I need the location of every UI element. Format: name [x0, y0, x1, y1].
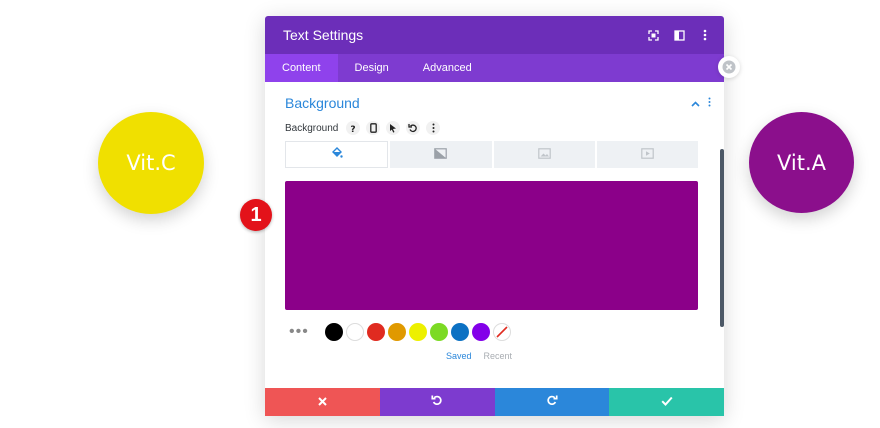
canvas: Vit.C Vit.A Text Settings Content Design…	[0, 0, 880, 428]
image-tab[interactable]	[493, 141, 595, 168]
more-icon[interactable]	[426, 121, 441, 135]
tab-content[interactable]: Content	[265, 54, 338, 82]
tab-design[interactable]: Design	[338, 54, 406, 82]
reset-icon[interactable]	[406, 121, 421, 135]
swatch-white[interactable]	[345, 323, 364, 341]
split-view-icon[interactable]	[672, 28, 686, 42]
saved-tab[interactable]: Saved	[446, 351, 472, 361]
background-field-row: Background ?	[285, 121, 441, 135]
swatch-black[interactable]	[324, 323, 343, 341]
swatch-red[interactable]	[366, 323, 385, 341]
image-icon	[537, 146, 551, 164]
no-color-icon[interactable]	[492, 323, 511, 341]
redo-icon	[546, 393, 558, 411]
vit-a-circle[interactable]: Vit.A	[749, 112, 854, 213]
vit-a-label: Vit.A	[776, 150, 826, 175]
vit-c-circle[interactable]: Vit.C	[98, 112, 204, 214]
undo-button[interactable]	[379, 388, 495, 416]
tab-advanced[interactable]: Advanced	[406, 54, 489, 82]
background-section-header[interactable]: Background	[285, 94, 711, 112]
color-preview-swatch[interactable]	[285, 181, 698, 310]
modal-title: Text Settings	[283, 27, 364, 43]
settings-tabs: Content Design Advanced	[265, 54, 724, 82]
chevron-up-icon[interactable]	[691, 94, 700, 112]
color-palette: •••	[289, 323, 514, 341]
swatch-blue[interactable]	[450, 323, 469, 341]
swatch-purple[interactable]	[471, 323, 490, 341]
vit-c-label: Vit.C	[126, 151, 176, 175]
cancel-button[interactable]	[265, 388, 380, 416]
more-options-icon[interactable]	[698, 28, 712, 42]
section-title: Background	[285, 95, 360, 111]
swatch-green[interactable]	[429, 323, 448, 341]
swatch-yellow[interactable]	[408, 323, 427, 341]
section-more-icon[interactable]	[708, 94, 711, 112]
fullscreen-icon[interactable]	[646, 28, 660, 42]
step-badge: 1	[240, 199, 272, 231]
close-icon[interactable]	[718, 56, 740, 78]
save-button[interactable]	[609, 388, 724, 416]
cursor-icon[interactable]	[386, 121, 401, 135]
color-tab[interactable]	[285, 141, 389, 168]
modal-body: Background Background ? 1 ••• Saved Rece…	[240, 82, 724, 388]
mobile-icon[interactable]	[366, 121, 381, 135]
help-icon[interactable]: ?	[346, 121, 361, 135]
palette-tabs: Saved Recent	[446, 351, 512, 361]
background-label: Background	[285, 122, 339, 134]
video-tab[interactable]	[596, 141, 698, 168]
svg-text:?: ?	[351, 125, 356, 133]
modal-header: Text Settings	[265, 16, 724, 54]
scrollbar[interactable]	[720, 149, 724, 327]
video-icon	[641, 146, 654, 164]
close-x-icon	[318, 393, 327, 411]
gradient-tab[interactable]	[390, 141, 492, 168]
modal-footer	[265, 388, 724, 416]
recent-tab[interactable]: Recent	[484, 351, 513, 361]
undo-icon	[431, 393, 443, 411]
background-type-tabs	[285, 141, 698, 168]
palette-more-icon[interactable]: •••	[289, 324, 309, 340]
checkmark-icon	[661, 393, 673, 411]
text-settings-modal: Text Settings Content Design Advanced Ba…	[240, 16, 740, 416]
gradient-icon	[434, 146, 448, 164]
swatch-orange[interactable]	[387, 323, 406, 341]
redo-button[interactable]	[494, 388, 610, 416]
paint-bucket-icon	[331, 146, 343, 164]
